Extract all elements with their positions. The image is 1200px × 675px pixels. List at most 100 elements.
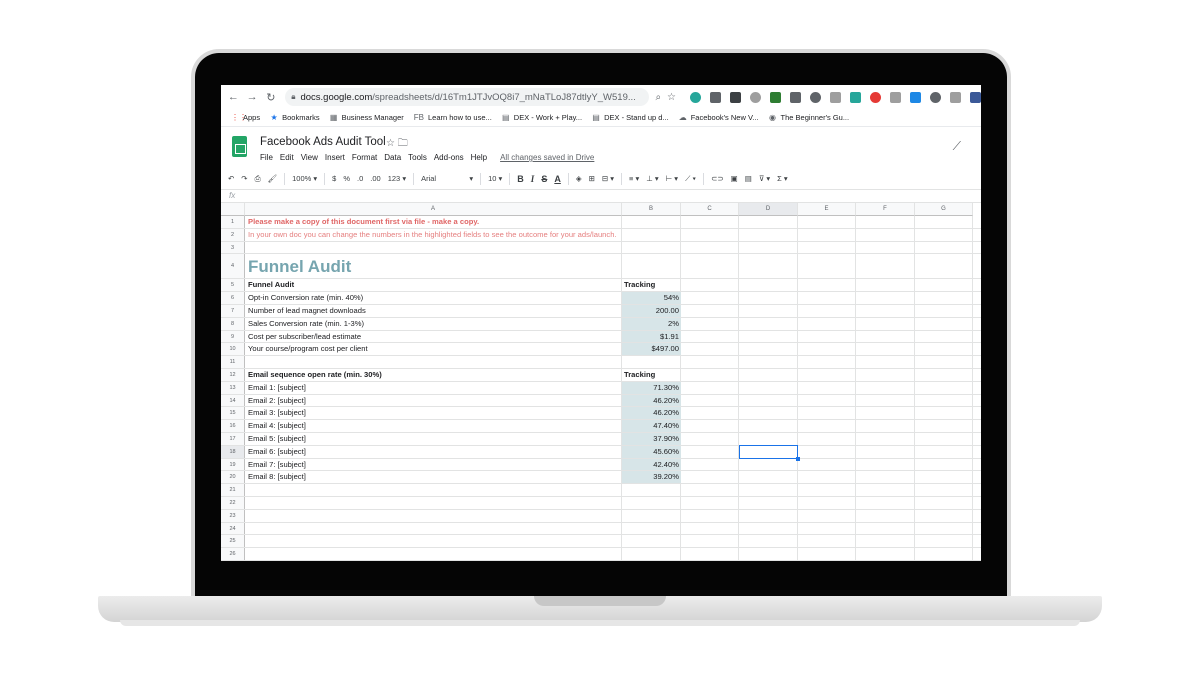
- bookmark-item[interactable]: ⋮⋮ Apps: [231, 113, 260, 122]
- column-header-b[interactable]: B: [622, 203, 681, 216]
- search-icon[interactable]: ⌕: [655, 92, 661, 103]
- paint-format-icon[interactable]: 🖌︎: [268, 174, 278, 183]
- reload-icon[interactable]: ↻: [264, 91, 277, 104]
- bookmark-item[interactable]: FB Learn how to use...: [414, 113, 492, 122]
- cell-b[interactable]: 2%: [622, 317, 681, 330]
- horizontal-align-icon[interactable]: ≡ ▾: [629, 174, 639, 183]
- cell-b[interactable]: $497.00: [622, 343, 681, 356]
- folder-icon[interactable]: 🗀: [398, 138, 408, 149]
- cell-b[interactable]: Tracking: [622, 279, 681, 291]
- row-header[interactable]: 9: [221, 330, 245, 343]
- cell-a[interactable]: Email 8: [subject]: [248, 471, 306, 484]
- cell-a[interactable]: Email 6: [subject]: [248, 446, 306, 459]
- row-header[interactable]: 19: [221, 458, 245, 471]
- filter-icon[interactable]: ⊽ ▾: [759, 174, 770, 183]
- percent-format-button[interactable]: %: [343, 174, 350, 183]
- fill-color-icon[interactable]: ◈: [576, 174, 582, 183]
- row-header[interactable]: 8: [221, 317, 245, 330]
- row-header[interactable]: 23: [221, 509, 245, 522]
- row-header[interactable]: 4: [221, 254, 245, 279]
- row-header[interactable]: 17: [221, 433, 245, 445]
- cell-a[interactable]: Email 7: [subject]: [248, 459, 306, 472]
- extension-icon[interactable]: [730, 91, 742, 103]
- extension-icon[interactable]: [970, 91, 981, 103]
- row-header[interactable]: 24: [221, 522, 245, 535]
- cell-a[interactable]: Cost per subscriber/lead estimate: [248, 331, 361, 344]
- bookmark-item[interactable]: ▤ DEX - Work + Play...: [502, 113, 582, 122]
- spreadsheet-grid[interactable]: A B C D E F G 1 Please make a copy of this docum…: [221, 203, 981, 561]
- extension-icon[interactable]: [930, 91, 942, 103]
- menu-item-format[interactable]: Format: [352, 153, 377, 162]
- bookmark-item[interactable]: ★ Bookmarks: [270, 113, 320, 122]
- decrease-decimal-button[interactable]: .0: [357, 174, 363, 183]
- cell-a[interactable]: Funnel Audit: [248, 279, 294, 292]
- formula-bar[interactable]: fx: [221, 189, 981, 203]
- print-icon[interactable]: ⎙: [255, 174, 261, 184]
- menu-item-data[interactable]: Data: [384, 153, 401, 162]
- cell-b[interactable]: 46.20%: [622, 394, 681, 407]
- cell-b[interactable]: 37.90%: [622, 433, 681, 445]
- extension-icon[interactable]: [790, 91, 802, 103]
- back-arrow-icon[interactable]: ←: [227, 91, 240, 103]
- column-header-f[interactable]: F: [856, 203, 915, 216]
- row-header[interactable]: 2: [221, 228, 245, 241]
- cell-a[interactable]: Email 4: [subject]: [248, 420, 306, 433]
- document-title[interactable]: Facebook Ads Audit Tool: [260, 136, 386, 148]
- extension-icon[interactable]: [950, 91, 962, 103]
- save-status-link[interactable]: All changes saved in Drive: [500, 153, 594, 162]
- column-header-g[interactable]: G: [915, 203, 973, 216]
- cell-b[interactable]: 54%: [622, 292, 681, 304]
- bookmark-item[interactable]: ◉ The Beginner's Gu...: [769, 113, 849, 122]
- cell-a[interactable]: Email 3: [subject]: [248, 407, 306, 420]
- currency-format-button[interactable]: $: [332, 174, 336, 183]
- functions-icon[interactable]: Σ ▾: [777, 174, 788, 183]
- row-header[interactable]: 12: [221, 369, 245, 381]
- row-header[interactable]: 7: [221, 305, 245, 317]
- cell-a[interactable]: Number of lead magnet downloads: [248, 305, 366, 318]
- selected-cell[interactable]: [739, 444, 800, 461]
- row-header[interactable]: 5: [221, 279, 245, 292]
- vertical-align-icon[interactable]: ⊥ ▾: [646, 174, 658, 183]
- zoom-select[interactable]: 100% ▾: [292, 174, 317, 183]
- cell-a[interactable]: In your own doc you can change the numbe…: [248, 229, 617, 242]
- menu-item-file[interactable]: File: [260, 153, 273, 162]
- column-header-e[interactable]: E: [798, 203, 856, 216]
- row-header[interactable]: 21: [221, 484, 245, 496]
- extension-icon[interactable]: [810, 91, 822, 103]
- italic-button[interactable]: I: [531, 174, 535, 184]
- address-bar[interactable]: 🔒︎ docs.google.com /spreadsheets/d/16Tm1…: [285, 88, 650, 106]
- row-header[interactable]: 3: [221, 241, 245, 254]
- row-header[interactable]: 25: [221, 535, 245, 548]
- undo-icon[interactable]: ↶: [228, 174, 234, 183]
- cell-b[interactable]: Tracking: [622, 369, 681, 381]
- row-header[interactable]: 26: [221, 548, 245, 560]
- extension-icon[interactable]: [750, 91, 762, 103]
- text-rotation-icon[interactable]: ⟋ ▾: [685, 174, 696, 184]
- row-header[interactable]: 11: [221, 356, 245, 368]
- cell-a[interactable]: Email 1: [subject]: [248, 382, 306, 395]
- column-header-d[interactable]: D: [739, 203, 798, 216]
- row-header[interactable]: 20: [221, 471, 245, 484]
- row-header[interactable]: 22: [221, 497, 245, 509]
- row-header[interactable]: 16: [221, 420, 245, 432]
- row-header[interactable]: 13: [221, 381, 245, 394]
- menu-item-help[interactable]: Help: [471, 153, 487, 162]
- cell-b[interactable]: 42.40%: [622, 458, 681, 471]
- menu-item-edit[interactable]: Edit: [280, 153, 294, 162]
- extension-icon[interactable]: [890, 91, 902, 103]
- select-all-corner[interactable]: [221, 203, 245, 216]
- activity-trend-icon[interactable]: ⟋: [953, 139, 961, 154]
- column-header-a[interactable]: A: [245, 203, 622, 216]
- cell-b[interactable]: $1.91: [622, 330, 681, 343]
- cell-a[interactable]: Sales Conversion rate (min. 1-3%): [248, 318, 364, 331]
- text-color-button[interactable]: A: [554, 174, 561, 184]
- cell-a[interactable]: Email sequence open rate (min. 30%): [248, 369, 382, 382]
- row-header[interactable]: 1: [221, 216, 245, 228]
- bookmark-item[interactable]: ☁ Facebook's New V...: [679, 113, 759, 122]
- sheets-logo-icon[interactable]: [232, 136, 247, 157]
- menu-item-tools[interactable]: Tools: [408, 153, 427, 162]
- insert-comment-icon[interactable]: ▣: [731, 174, 738, 183]
- bookmark-item[interactable]: ▤ DEX - Stand up d...: [592, 113, 668, 122]
- redo-icon[interactable]: ↷: [241, 174, 247, 183]
- cell-a[interactable]: Email 5: [subject]: [248, 433, 306, 446]
